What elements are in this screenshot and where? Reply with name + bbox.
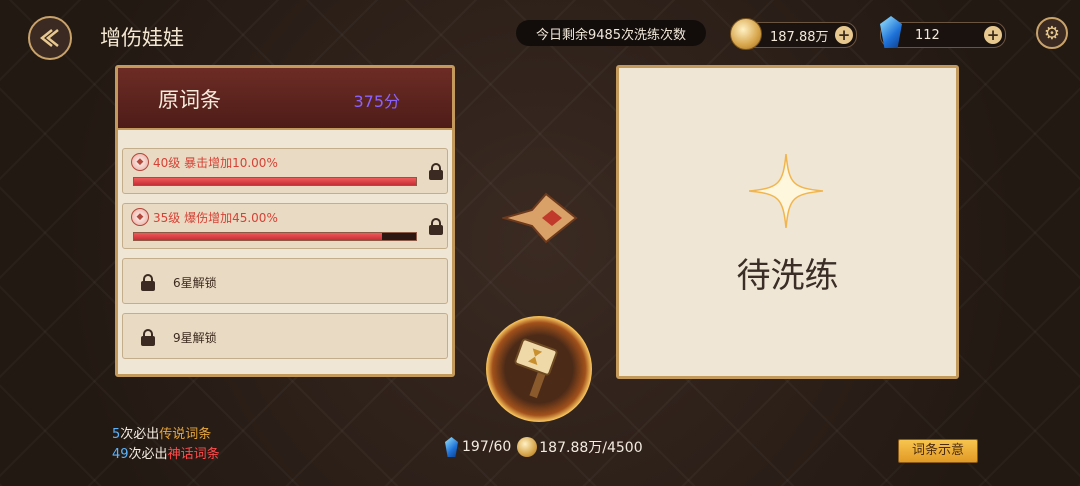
attribute-row-2: ◆ 35级 爆伤增加45.00%	[122, 203, 448, 249]
pending-refine-text: 待洗练	[736, 256, 839, 296]
back-arrow-icon	[39, 29, 59, 47]
coin-icon	[517, 437, 538, 457]
gold-cost: 187.88万/4500	[539, 440, 643, 456]
crystal-cost: 197/60	[462, 439, 512, 455]
guarantee-legend: 5次必出传说词条	[112, 423, 211, 442]
guarantee-myth: 49次必出神话词条	[112, 443, 220, 462]
attribute-bar-fill	[134, 233, 383, 240]
crystal-icon	[445, 437, 458, 457]
lock-icon	[141, 274, 155, 291]
locked-slot-1: 6星解锁	[122, 258, 448, 304]
attribute-info-button[interactable]: 词条示意	[898, 439, 978, 463]
lock-icon[interactable]	[429, 163, 443, 180]
legend-prefix: 次必出	[120, 427, 160, 442]
panel-title: 原词条	[158, 88, 221, 112]
lock-icon	[141, 329, 155, 346]
gold-coin-icon	[730, 18, 762, 50]
locked-slot-2: 9星解锁	[122, 313, 448, 359]
result-panel: 待洗练	[616, 65, 959, 379]
refine-cost: 197/60 187.88万/4500	[445, 437, 643, 457]
unlock-requirement: 9星解锁	[173, 331, 217, 345]
rank-medal-icon: ◆	[131, 208, 149, 226]
legend-tier: 传说词条	[159, 427, 212, 442]
add-gold-button[interactable]: +	[835, 26, 853, 44]
attribute-text: 40级 暴击增加10.00%	[153, 156, 278, 170]
gear-icon: ⚙	[1043, 22, 1061, 44]
daily-remaining-label: 今日剩余9485次洗练次数	[516, 20, 706, 46]
unlock-requirement: 6星解锁	[173, 276, 217, 290]
attribute-score: 375分	[353, 92, 400, 111]
myth-count: 49	[112, 447, 129, 462]
attribute-bar-fill	[134, 178, 416, 185]
attribute-row-1: ◆ 40级 暴击增加10.00%	[122, 148, 448, 194]
arrow-right-icon	[502, 192, 578, 244]
refine-hammer-button[interactable]	[486, 316, 592, 422]
add-crystal-button[interactable]: +	[984, 26, 1002, 44]
myth-tier: 神话词条	[167, 447, 220, 462]
panel-header: 原词条 375分	[118, 68, 452, 130]
rank-medal-icon: ◆	[131, 153, 149, 171]
settings-button[interactable]: ⚙	[1036, 17, 1068, 49]
sparkle-icon	[749, 154, 823, 228]
back-button[interactable]	[28, 16, 72, 60]
attribute-bar	[133, 177, 417, 186]
lock-icon[interactable]	[429, 218, 443, 235]
attribute-bar	[133, 232, 417, 241]
hammer-icon	[514, 338, 558, 399]
attribute-text: 35级 爆伤增加45.00%	[153, 211, 278, 225]
page-title: 增伤娃娃	[100, 26, 184, 50]
original-attributes-panel: 原词条 375分 ◆ 40级 暴击增加10.00% ◆ 35级 爆伤增加45.0…	[115, 65, 455, 377]
myth-prefix: 次必出	[128, 447, 168, 462]
